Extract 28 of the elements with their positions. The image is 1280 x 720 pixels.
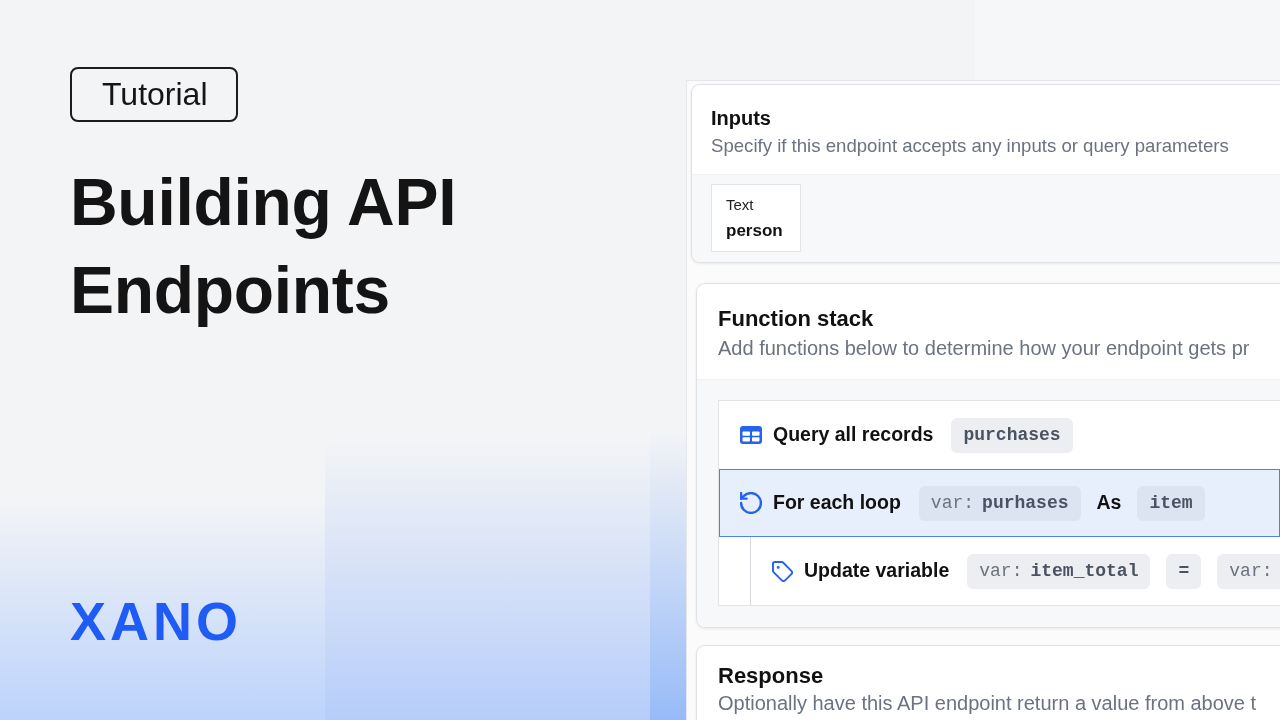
variable-chip: var: purhases [918, 485, 1081, 521]
counterclockwise-arrow-icon [740, 492, 762, 514]
tag-icon [772, 560, 793, 582]
function-title: For each loop [773, 490, 901, 516]
section-subtitle: Add functions below to determine how your endpoint gets pr [718, 336, 1251, 360]
input-type: Text [726, 195, 755, 215]
input-name: person [726, 220, 784, 242]
function-row[interactable]: For each loop var: purhases As item [719, 469, 1280, 537]
variable-chip: var: [1217, 553, 1280, 589]
function-title: Update variable [804, 558, 950, 584]
brand-logo: XANO [70, 601, 242, 641]
variable-chip: var: item_total [967, 553, 1151, 589]
function-row[interactable]: Update variable var: item_total = var: [751, 537, 1280, 605]
section-title: Inputs [711, 106, 772, 131]
section-title: Function stack [718, 305, 875, 333]
section-subtitle: Optionally have this API endpoint return a value from above t [718, 692, 1258, 715]
table-icon [740, 426, 762, 444]
section-title: Response [718, 662, 825, 690]
function-title: Query all records [773, 422, 934, 448]
value-chip: = [1166, 553, 1202, 589]
page-title: Building API Endpoints [70, 164, 458, 329]
section-subtitle: Specify if this endpoint accepts any inputs or query parameters [711, 134, 1230, 158]
tutorial-label: Tutorial [70, 67, 238, 122]
function-row[interactable]: Query all records purchases [719, 401, 1280, 469]
keyword-label: As [1096, 490, 1122, 516]
value-chip: item [1137, 485, 1205, 521]
value-chip: purchases [951, 417, 1073, 453]
input-item[interactable]: Text person [711, 184, 801, 252]
